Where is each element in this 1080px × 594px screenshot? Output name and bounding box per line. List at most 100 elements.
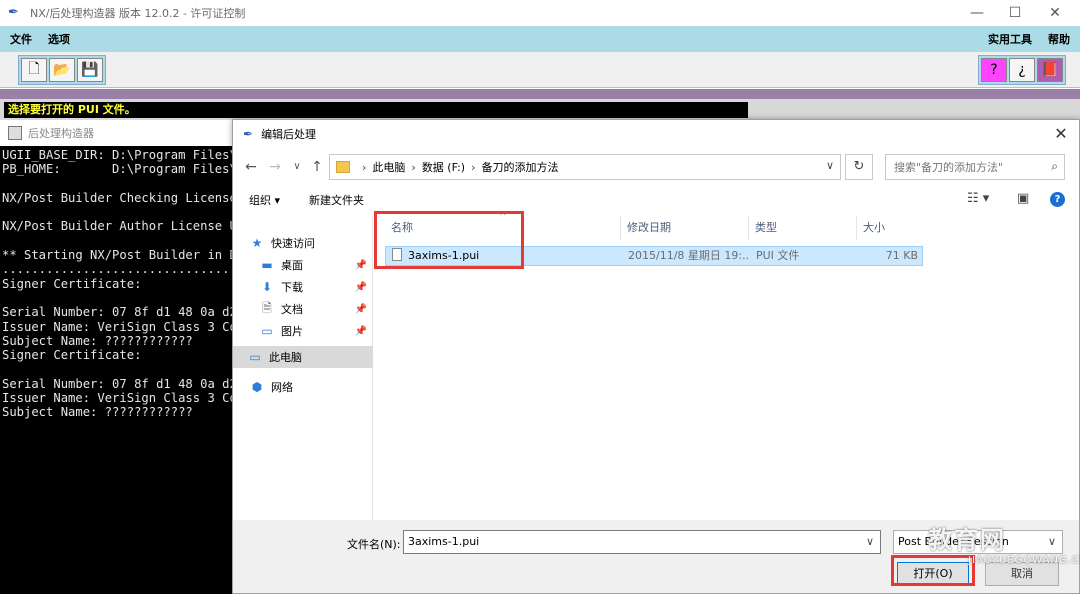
menu-options[interactable]: 选项: [40, 31, 78, 47]
console-line: Serial Number: 07 8f d1 48 0a d2: [2, 376, 236, 391]
pin-icon: 📌: [354, 281, 367, 293]
console-line: ................................: [2, 262, 236, 277]
pictures-icon: ▭: [261, 324, 273, 338]
open-folder-icon[interactable]: 📂: [49, 58, 75, 82]
menu-help[interactable]: 帮助: [1040, 31, 1078, 47]
navigation-row: ← → ∨ ↑ › 此电脑 › 数据 (F:) › 备刀的添加方法 ∨ ↻ 搜索…: [233, 152, 1079, 182]
console-line: ** Starting NX/Post Builder in D: [2, 248, 236, 263]
menu-file[interactable]: 文件: [2, 31, 40, 47]
nav-item-label: 此电脑: [269, 351, 302, 364]
pin-icon: 📌: [354, 259, 367, 271]
navigation-pane: ★ 快速访问 ▬ 桌面 📌 ⬇ 下载 📌 🗎 文档 📌 ▭ 图片 📌 ▭ 此电脑 ⬢ 网络: [233, 216, 373, 520]
console-title: 后处理构造器: [28, 127, 94, 140]
feather-dialog-icon: ✒: [243, 127, 254, 141]
desktop-icon: ▬: [261, 258, 273, 272]
console-line: Issuer Name: VeriSign Class 3 Co: [2, 391, 236, 406]
column-type[interactable]: 类型: [749, 216, 857, 240]
nav-item-label: 文档: [281, 303, 303, 316]
breadcrumb-drive[interactable]: 数据 (F:): [422, 159, 465, 175]
chevron-down-icon[interactable]: ∨: [826, 159, 834, 172]
console-line: PB_HOME: D:\Program Files\: [2, 162, 236, 177]
console-line: Serial Number: 07 8f d1 48 0a d2: [2, 305, 236, 320]
preview-pane-icon[interactable]: ▣: [1017, 191, 1029, 206]
close-icon[interactable]: ✕: [1036, 0, 1074, 26]
up-arrow-icon[interactable]: ↑: [307, 156, 327, 178]
nav-item[interactable]: 🗎 文档 📌: [233, 298, 373, 320]
refresh-icon[interactable]: ↻: [845, 154, 873, 180]
search-placeholder: 搜索"备刀的添加方法": [894, 161, 1004, 174]
filename-field[interactable]: 3axims-1.pui ∨: [403, 530, 881, 554]
pin-icon: 📌: [354, 325, 367, 337]
nav-item[interactable]: ⬇ 下载 📌: [233, 276, 373, 298]
chevron-right-icon: ›: [362, 160, 367, 174]
manual-book-icon[interactable]: 📕: [1037, 58, 1063, 82]
watermark-text: 教育网: [928, 526, 1006, 554]
nav-item[interactable]: ⬢ 网络: [233, 376, 373, 398]
nav-item-label: 图片: [281, 325, 303, 338]
whats-this-help-icon[interactable]: ?: [981, 58, 1007, 82]
purple-strip: [0, 89, 1080, 99]
column-size[interactable]: 大小: [857, 216, 925, 240]
nav-item[interactable]: ▭ 图片 📌: [233, 320, 373, 342]
watermark: 教育网 JIAOYUEGOWANG.CN: [928, 520, 1080, 578]
console-output: UGII_BASE_DIR: D:\Program Files\ PB_HOME:…: [2, 148, 236, 420]
forward-arrow-icon[interactable]: →: [265, 156, 285, 178]
back-arrow-icon[interactable]: ←: [241, 156, 261, 178]
console-line: NX/Post Builder Author License U: [2, 219, 236, 234]
file-toolbar-group: 🗋 📂 💾: [18, 55, 106, 85]
filename-value: 3axims-1.pui: [408, 535, 480, 548]
chevron-down-icon[interactable]: ∨: [866, 531, 874, 553]
breadcrumb-this-pc[interactable]: 此电脑: [372, 159, 405, 175]
recent-dropdown-icon[interactable]: ∨: [287, 156, 307, 178]
console-line: UGII_BASE_DIR: D:\Program Files\: [2, 148, 236, 162]
maximize-icon[interactable]: ☐: [996, 0, 1034, 26]
column-modified[interactable]: 修改日期: [621, 216, 749, 240]
dialog-titlebar: ✒ 编辑后处理 ✕: [233, 120, 1079, 148]
breadcrumb-folder[interactable]: 备刀的添加方法: [481, 159, 558, 175]
organize-button[interactable]: 组织 ▾: [249, 192, 280, 208]
console-window-icon: [8, 126, 22, 140]
nav-item[interactable]: ★ 快速访问: [233, 232, 373, 254]
folder-icon: [336, 161, 350, 173]
view-options-icon[interactable]: ☷ ▾: [967, 191, 989, 206]
new-folder-button[interactable]: 新建文件夹: [309, 192, 364, 208]
console-titlebar: 后处理构造器: [0, 120, 236, 146]
file-type: PUI 文件: [756, 249, 800, 262]
nav-item-label: 快速访问: [271, 237, 315, 250]
nav-item-label: 网络: [271, 381, 293, 394]
document-icon: 🗎: [262, 300, 272, 315]
dialog-close-icon[interactable]: ✕: [1051, 124, 1071, 144]
menu-utilities[interactable]: 实用工具: [980, 31, 1040, 47]
nav-item-label: 下载: [281, 281, 303, 294]
network-icon: ⬢: [251, 380, 263, 394]
nav-item[interactable]: ▬ 桌面 📌: [233, 254, 373, 276]
nav-item-label: 桌面: [281, 259, 303, 272]
star-icon: ★: [251, 236, 263, 250]
console-line: NX/Post Builder Checking License: [2, 190, 236, 205]
status-message: 选择要打开的 PUI 文件。: [4, 102, 748, 118]
help-icon[interactable]: ?: [1050, 192, 1065, 207]
nav-item[interactable]: ▭ 此电脑: [233, 346, 373, 368]
search-icon: ⌕: [1051, 159, 1058, 173]
context-help-icon[interactable]: ¿: [1009, 58, 1035, 82]
minimize-icon[interactable]: —: [958, 0, 996, 26]
download-icon: ⬇: [261, 280, 273, 294]
app-titlebar: ✒ NX/后处理构造器 版本 12.0.2 - 许可证控制 — ☐ ✕: [0, 0, 1080, 26]
pin-icon: 📌: [354, 303, 367, 315]
chevron-right-icon: ›: [471, 160, 476, 174]
app-title: NX/后处理构造器 版本 12.0.2 - 许可证控制: [30, 7, 246, 20]
menubar: 文件 选项 实用工具 帮助: [0, 26, 1080, 52]
address-bar[interactable]: › 此电脑 › 数据 (F:) › 备刀的添加方法 ∨: [329, 154, 841, 180]
save-icon[interactable]: 💾: [77, 58, 103, 82]
console-line: Subject Name: ????????????: [2, 333, 193, 348]
file-modified: 2015/11/8 星期日 19:...: [628, 249, 750, 262]
dialog-title: 编辑后处理: [261, 128, 317, 141]
new-file-icon[interactable]: 🗋: [21, 58, 47, 82]
name-column-highlight: [374, 211, 524, 269]
filename-label: 文件名(N):: [347, 538, 401, 551]
file-size: 71 KB: [885, 249, 918, 262]
search-input[interactable]: 搜索"备刀的添加方法" ⌕: [885, 154, 1065, 180]
